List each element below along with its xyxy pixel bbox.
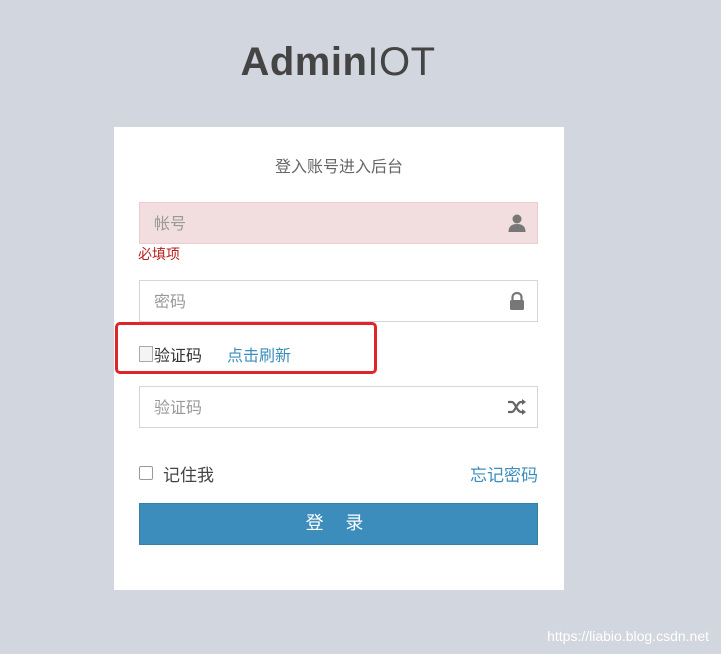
- captcha-field: [139, 386, 538, 428]
- remember-label: 记住我: [163, 466, 214, 486]
- lock-icon: [510, 291, 524, 310]
- password-input[interactable]: [140, 281, 480, 321]
- captcha-input[interactable]: [140, 387, 480, 427]
- login-box-message: 登入账号进入后台: [274, 157, 403, 176]
- account-input[interactable]: [140, 203, 480, 243]
- app-logo: AdminIOT: [0, 40, 676, 85]
- forgot-password-link[interactable]: 忘记密码: [470, 461, 538, 486]
- captcha-highlight-annotation: [115, 322, 377, 374]
- password-field: [139, 280, 538, 322]
- account-error-message: 必填项: [138, 247, 180, 263]
- logo-light: IOT: [367, 40, 436, 84]
- remember-me[interactable]: 记住我: [139, 461, 214, 486]
- user-icon: [508, 214, 526, 232]
- random-icon: [508, 399, 526, 415]
- login-button[interactable]: 登 录: [139, 503, 538, 545]
- logo-bold: Admin: [240, 40, 368, 84]
- watermark: https://liabio.blog.csdn.net: [547, 628, 709, 644]
- account-field: [139, 202, 538, 244]
- remember-checkbox[interactable]: [139, 466, 153, 480]
